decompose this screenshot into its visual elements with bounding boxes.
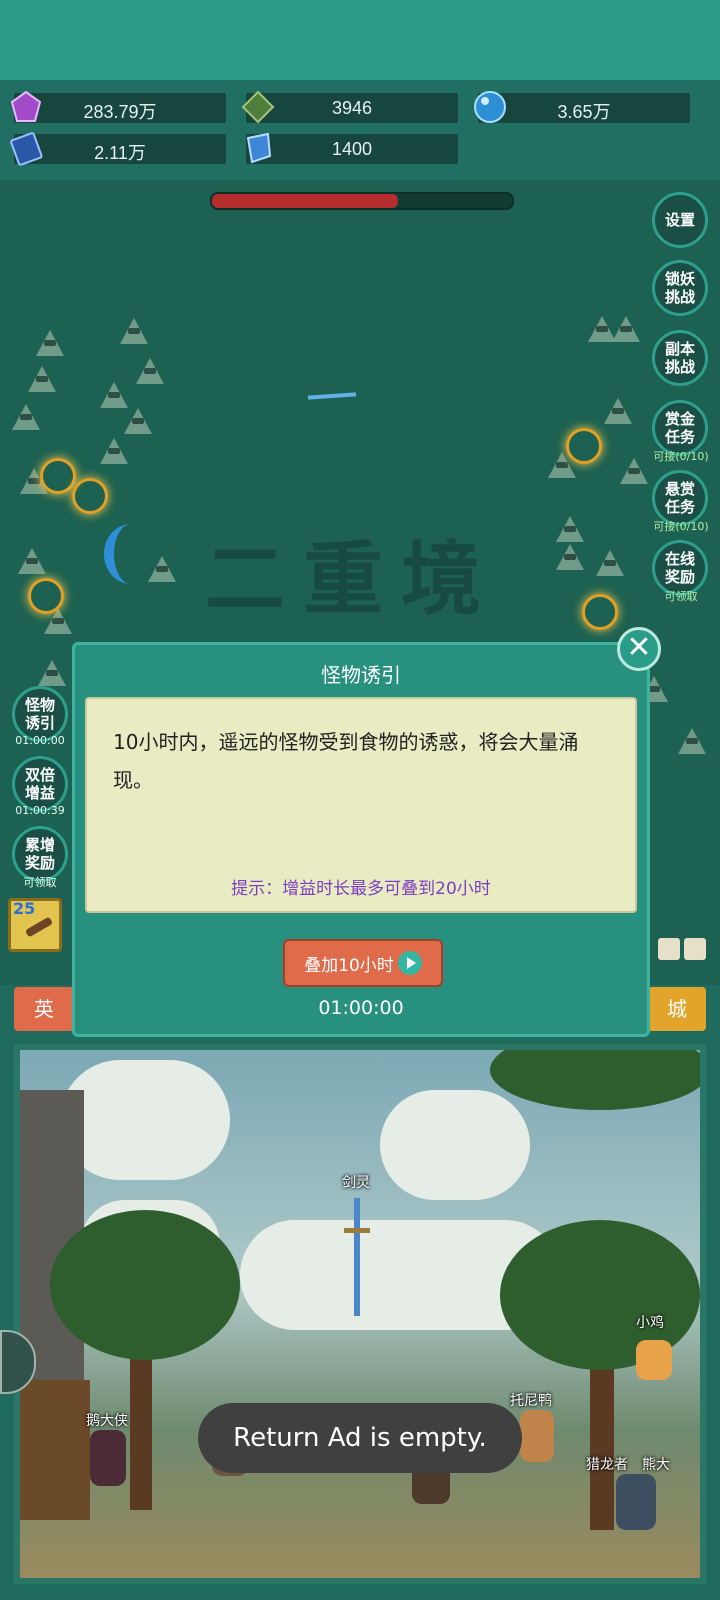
monster <box>556 516 584 542</box>
monster-lure-timer: 01:00:00 <box>15 734 65 747</box>
monster <box>120 318 148 344</box>
spark-effect <box>40 458 76 494</box>
tab-city[interactable]: 城 <box>648 987 706 1031</box>
cloud <box>60 1060 230 1180</box>
duck-name: 托尼鸭 <box>510 1393 552 1409</box>
resource-gems: 283.79万 <box>10 90 226 123</box>
stack-10-hours-button[interactable]: 叠加10小时 <box>283 939 443 987</box>
online-reward-label: 在线 奖励 <box>664 550 695 586</box>
level-badge: 25 <box>13 899 36 918</box>
cloud <box>380 1090 530 1200</box>
books-value: 2.11万 <box>94 143 146 163</box>
spark-effect <box>582 594 618 630</box>
spark-effect <box>28 578 64 614</box>
bounty-status: 可接(0/10) <box>653 450 709 463</box>
club-icon <box>24 916 54 938</box>
dialog-timer: 01:00:00 <box>318 997 404 1019</box>
online-reward-status: 可领取 <box>664 590 698 603</box>
monster <box>620 458 648 484</box>
tree <box>50 1210 240 1360</box>
skill-icon[interactable] <box>658 938 680 960</box>
cumulative-reward-label: 累增 奖励 <box>24 836 55 872</box>
dialog-title: 怪物诱引 <box>321 663 401 687</box>
jade-value: 3946 <box>331 98 373 118</box>
cumulative-reward-status: 可领取 <box>23 876 57 889</box>
monster <box>100 382 128 408</box>
stack-button-label: 叠加10小时 <box>304 955 394 976</box>
goose-character[interactable] <box>90 1430 126 1486</box>
double-boost-label: 双倍 增益 <box>24 766 55 802</box>
goose-name: 鹅大侠 <box>86 1413 128 1429</box>
tree <box>490 1050 700 1110</box>
toast-message: Return Ad is empty. <box>198 1403 522 1473</box>
monster <box>136 358 164 384</box>
dialog-body: 10小时内，遥远的怪物受到食物的诱惑，将会大量涌现。 提示：增益时长最多可叠到2… <box>85 697 637 913</box>
crystals-value: 1400 <box>331 139 373 159</box>
dialog-description: 10小时内，遥远的怪物受到食物的诱惑，将会大量涌现。 <box>113 730 579 792</box>
spark-effect <box>72 478 108 514</box>
status-bar <box>0 0 720 80</box>
settings-button[interactable]: 设置 <box>652 192 708 248</box>
boss-hp-bar <box>210 192 514 210</box>
resource-books: 2.11万 <box>10 132 226 166</box>
chicken-character[interactable] <box>636 1340 672 1380</box>
spark-effect <box>566 428 602 464</box>
monster <box>612 316 640 342</box>
stage-watermark: 二重境 <box>205 532 499 626</box>
monster <box>604 398 632 424</box>
reward-task-status: 可接(0/10) <box>653 520 709 533</box>
monster <box>18 548 46 574</box>
dungeon-label: 副本 挑战 <box>664 340 695 376</box>
dialog-hint: 提示：增益时长最多可叠到20小时 <box>231 879 491 899</box>
weapon-slot[interactable]: 25 <box>8 898 62 952</box>
demon-lock-challenge-button[interactable]: 锁妖 挑战 <box>652 260 708 316</box>
monster <box>100 438 128 464</box>
bounty-label: 赏金 任务 <box>664 410 695 446</box>
hero-slash-effect <box>104 524 158 584</box>
demon-lock-label: 锁妖 挑战 <box>664 270 695 306</box>
dragon-hunter-name: 猎龙者 <box>586 1457 628 1473</box>
boss-hp-fill <box>212 194 398 208</box>
monster-lure-label: 怪物 诱引 <box>24 696 55 732</box>
monster <box>38 660 66 686</box>
duck-character[interactable] <box>520 1410 554 1462</box>
resource-crystals: 1400 <box>246 132 458 164</box>
hut <box>20 1380 90 1520</box>
sword-spirit[interactable] <box>354 1198 360 1316</box>
chicken-name: 小鸡 <box>636 1315 664 1331</box>
skill-icon[interactable] <box>684 938 706 960</box>
sword-guard <box>344 1228 370 1233</box>
monster <box>36 330 64 356</box>
double-boost-timer: 01:00:39 <box>15 804 65 817</box>
sword-spirit-name: 剑灵 <box>342 1175 370 1191</box>
tab-heroes[interactable]: 英 <box>14 987 74 1031</box>
orbs-value: 3.65万 <box>557 102 611 122</box>
close-icon[interactable]: ✕ <box>617 627 661 671</box>
gems-value: 283.79万 <box>83 102 157 122</box>
monster <box>556 544 584 570</box>
monster <box>124 408 152 434</box>
hero-scene: 剑灵 小鸡 鹅大侠 托尼鸭 猎龙者 熊大 <box>14 1044 706 1584</box>
monster <box>12 404 40 430</box>
monster <box>678 728 706 754</box>
monster <box>28 366 56 392</box>
play-video-icon <box>397 951 422 975</box>
monster-lure-dialog: 怪物诱引 10小时内，遥远的怪物受到食物的诱惑，将会大量涌现。 提示：增益时长最… <box>72 642 650 1037</box>
dungeon-challenge-button[interactable]: 副本 挑战 <box>652 330 708 386</box>
settings-label: 设置 <box>664 211 695 229</box>
resource-bar: 283.79万 3946 3.65万 2.11万 1400 <box>0 80 720 180</box>
monster <box>596 550 624 576</box>
bear-name: 熊大 <box>642 1457 670 1473</box>
dragon-hunter-character[interactable] <box>616 1474 656 1530</box>
resource-orbs: 3.65万 <box>474 91 690 123</box>
reward-task-label: 悬赏 任务 <box>664 480 695 516</box>
resource-jade: 3946 <box>241 90 458 124</box>
